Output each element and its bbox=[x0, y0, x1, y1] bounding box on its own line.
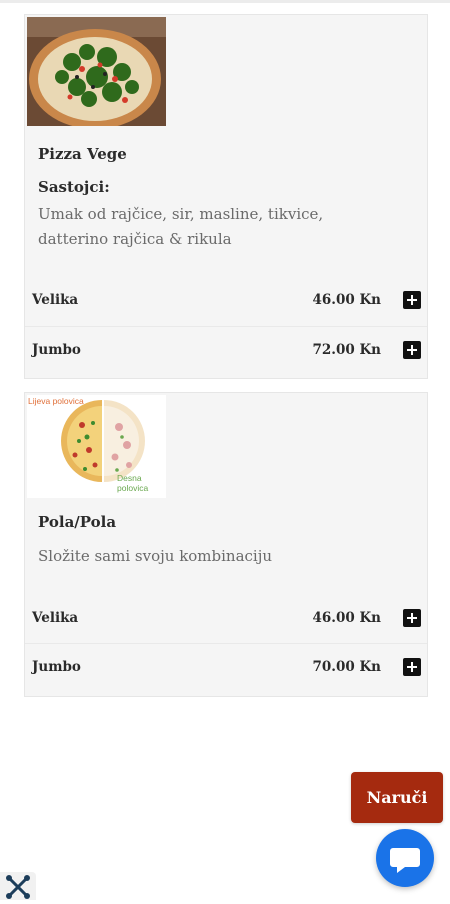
size-price: 70.00 Kn bbox=[312, 659, 381, 675]
size-price: 46.00 Kn bbox=[312, 610, 381, 626]
add-to-cart-plus-icon[interactable] bbox=[403, 658, 421, 676]
ingredients-title: Sastojci: bbox=[38, 178, 110, 196]
size-label: Jumbo bbox=[32, 659, 81, 675]
order-button[interactable]: Naruči bbox=[351, 772, 443, 823]
size-row-velika: Velika 46.00 Kn bbox=[25, 277, 427, 325]
left-half-label: Lijeva polovica bbox=[28, 396, 84, 406]
joomla-logo[interactable] bbox=[0, 872, 36, 900]
right-half-label: Desna polovica bbox=[117, 473, 149, 493]
page-top-border bbox=[0, 0, 450, 3]
pola-pola-image[interactable]: Lijeva polovica Desna polovica bbox=[27, 395, 166, 498]
size-price: 46.00 Kn bbox=[312, 292, 381, 308]
add-to-cart-plus-icon[interactable] bbox=[403, 341, 421, 359]
product-name[interactable]: Pizza Vege bbox=[38, 145, 127, 163]
product-card-pizza-vege: Pizza Vege Sastojci: Umak od rajčice, si… bbox=[24, 14, 428, 379]
size-row-jumbo: Jumbo 70.00 Kn bbox=[25, 643, 427, 691]
pizza-vege-image[interactable] bbox=[27, 17, 166, 126]
product-description: Složite sami svoju kombinaciju bbox=[38, 547, 273, 565]
size-row-velika: Velika 46.00 Kn bbox=[25, 595, 427, 643]
size-row-jumbo: Jumbo 72.00 Kn bbox=[25, 326, 427, 374]
joomla-icon bbox=[6, 875, 30, 899]
chat-bubble-icon bbox=[390, 848, 420, 873]
product-card-pola-pola: Lijeva polovica Desna polovica Pola/Pola… bbox=[24, 392, 428, 697]
size-label: Velika bbox=[32, 292, 79, 308]
product-description: Umak od rajčice, sir, masline, tikvice, … bbox=[38, 205, 324, 248]
size-label: Velika bbox=[32, 610, 79, 626]
size-price: 72.00 Kn bbox=[312, 342, 381, 358]
add-to-cart-plus-icon[interactable] bbox=[403, 291, 421, 309]
size-label: Jumbo bbox=[32, 342, 81, 358]
product-name[interactable]: Pola/Pola bbox=[38, 513, 116, 531]
chat-button[interactable] bbox=[376, 829, 434, 887]
add-to-cart-plus-icon[interactable] bbox=[403, 609, 421, 627]
